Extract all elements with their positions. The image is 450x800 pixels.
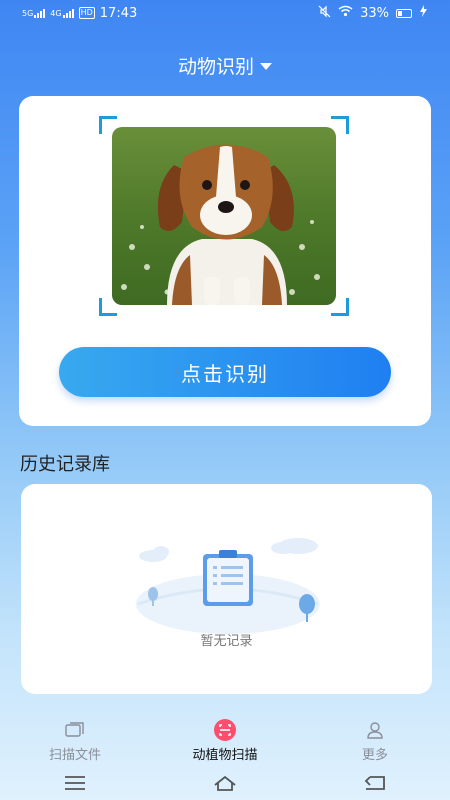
signal-4g: 4G xyxy=(50,8,74,18)
beagle-puppy-image xyxy=(112,127,336,305)
animal-photo[interactable] xyxy=(112,127,336,305)
network-4g-label: 4G xyxy=(50,8,62,18)
battery-icon xyxy=(396,8,412,18)
history-card: 暂无记录 xyxy=(21,484,432,694)
files-icon xyxy=(64,720,86,740)
network-5g-label: 5G xyxy=(22,8,34,18)
empty-clipboard-illustration xyxy=(133,534,323,634)
history-title: 历史记录库 xyxy=(20,454,110,475)
back-button[interactable] xyxy=(355,770,395,796)
nav-item-more[interactable]: 更多 xyxy=(300,712,450,768)
nav-label-scan-files: 扫描文件 xyxy=(48,748,101,763)
mode-label: 动物识别 xyxy=(177,56,254,78)
empty-state-text: 暂无记录 xyxy=(200,634,253,649)
home-button[interactable] xyxy=(205,770,245,796)
menu-icon xyxy=(65,775,85,790)
system-nav-bar xyxy=(0,765,450,800)
signal-icon xyxy=(62,8,74,18)
scan-card: 点击识别 xyxy=(19,96,431,426)
nav-item-animal-plant-scan[interactable]: 动植物扫描 xyxy=(150,712,300,768)
nav-label-animal-plant-scan: 动植物扫描 xyxy=(192,748,258,763)
signal-5g: 5G xyxy=(22,8,46,18)
user-icon xyxy=(364,720,386,740)
nav-label-more: 更多 xyxy=(361,748,388,763)
status-right: 33% xyxy=(318,5,428,21)
mute-icon xyxy=(318,5,331,21)
scan-icon xyxy=(214,719,236,741)
mode-selector[interactable]: 动物识别 xyxy=(0,52,450,79)
nav-item-scan-files[interactable]: 扫描文件 xyxy=(0,712,150,768)
back-icon xyxy=(364,775,385,790)
home-icon xyxy=(214,775,236,791)
signal-icon xyxy=(34,8,46,18)
status-left: 5G 4G HD 17:43 xyxy=(22,6,137,21)
caret-down-icon xyxy=(260,63,272,70)
status-time: 17:43 xyxy=(99,5,138,21)
scan-frame xyxy=(99,116,349,316)
menu-button[interactable] xyxy=(55,770,95,796)
bottom-nav: 扫描文件 动植物扫描 更多 xyxy=(0,712,450,768)
charging-icon xyxy=(419,5,428,21)
wifi-icon xyxy=(338,5,353,21)
battery-percent: 33% xyxy=(360,5,389,21)
hd-badge: HD xyxy=(78,7,95,19)
status-bar: 5G 4G HD 17:43 33% xyxy=(0,0,450,26)
recognize-button[interactable]: 点击识别 xyxy=(59,347,391,397)
